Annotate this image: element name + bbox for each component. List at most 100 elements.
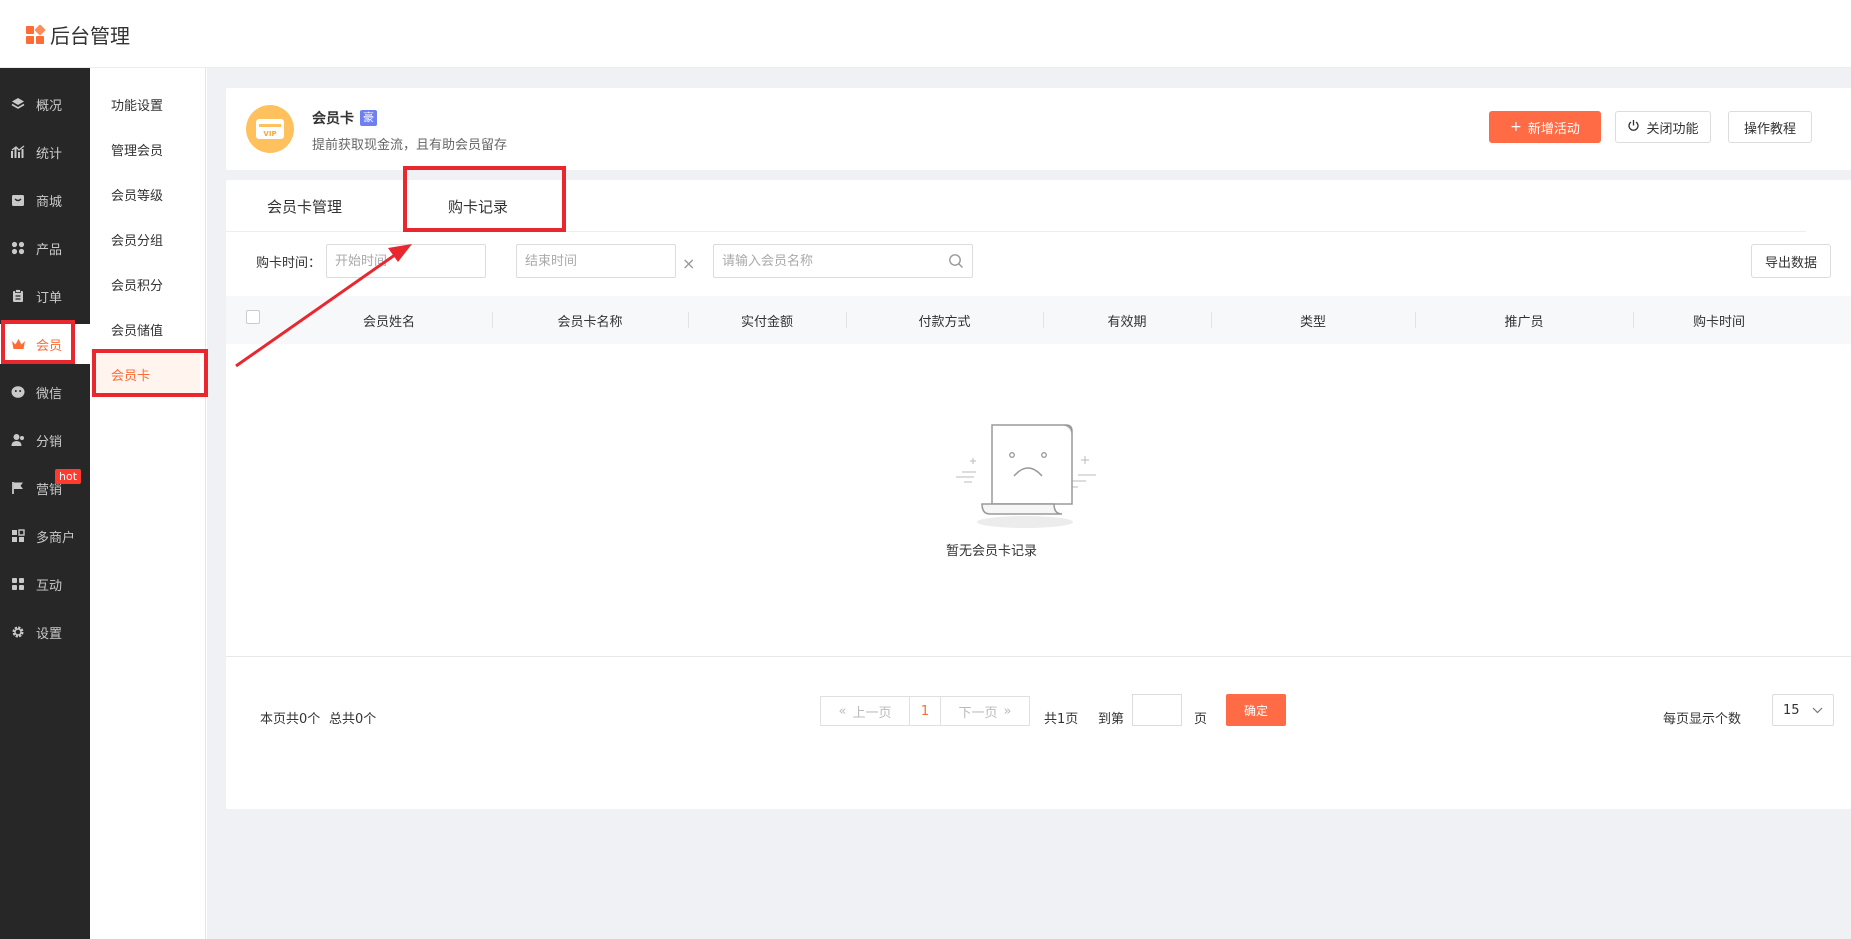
tab-label: 会员卡管理 [267, 197, 343, 216]
subnav-item-manage-members[interactable]: 管理会员 [90, 129, 206, 169]
sidebar-item-label: 设置 [36, 626, 63, 642]
tab-bar: 会员卡管理 购卡记录 [226, 180, 1806, 232]
goto-label: 到第 [1098, 712, 1125, 727]
add-activity-label: 新增活动 [1527, 121, 1580, 137]
sidebar-item-wechat[interactable]: 微信 [0, 372, 90, 412]
double-left-chevron-icon: « [838, 703, 847, 719]
sidebar-item-members[interactable]: 会员 [0, 324, 90, 364]
start-time-field[interactable] [335, 245, 485, 277]
subnav-item-label: 会员等级 [111, 188, 164, 204]
records-panel: 会员卡管理 购卡记录 购卡时间： — × 导出数据 会员姓名 会员卡名称 实付金… [226, 180, 1851, 809]
add-activity-button[interactable]: + 新增活动 [1489, 111, 1601, 143]
power-icon [1627, 119, 1640, 136]
prev-page-label: 上一页 [852, 705, 892, 721]
top-bar: 后台管理 [0, 0, 1851, 68]
subnav-item-label: 管理会员 [111, 143, 164, 159]
total-count-text: 总共0个 [329, 712, 377, 727]
sidebar-item-label: 分销 [36, 434, 63, 450]
sidebar-item-interaction[interactable]: 互动 [0, 564, 90, 604]
tab-card-management[interactable]: 会员卡管理 [267, 180, 342, 232]
column-header: 会员姓名 [362, 314, 415, 330]
sidebar-item-overview[interactable]: 概况 [0, 84, 90, 124]
sidebar-item-shop[interactable]: 商城 [0, 180, 90, 220]
end-time-field[interactable] [525, 245, 675, 277]
sidebar-item-label: 微信 [36, 386, 63, 402]
crown-icon [10, 336, 26, 352]
sidebar-item-label: 商城 [36, 194, 63, 210]
member-search-field[interactable] [722, 245, 972, 277]
store-icon [10, 528, 26, 544]
feature-title: 会员卡 [312, 111, 354, 127]
select-all-checkbox[interactable] [246, 310, 260, 324]
wechat-icon [10, 384, 26, 400]
app-logo[interactable]: 后台管理 [26, 20, 130, 49]
apps-icon [10, 576, 26, 592]
sidebar-item-products[interactable]: 产品 [0, 228, 90, 268]
logo-icon [26, 23, 46, 44]
page-size-select[interactable]: 15 [1772, 694, 1834, 726]
page-number-button[interactable]: 1 [909, 696, 941, 726]
prev-page-button[interactable]: « 上一页 [820, 696, 910, 726]
next-page-button[interactable]: 下一页 » [940, 696, 1030, 726]
column-header: 会员卡名称 [557, 314, 623, 330]
table-footer-divider [226, 656, 1851, 657]
column-header: 实付金额 [740, 314, 793, 330]
content-area: VIP 会员卡 豪 提前获取现金流，且有助会员留存 + 新增活动 关闭功能 操作… [207, 68, 1851, 939]
clear-date-icon[interactable]: × [682, 254, 695, 273]
export-data-button[interactable]: 导出数据 [1751, 244, 1831, 278]
empty-state: 暂无会员卡记录 [946, 420, 1106, 559]
subnav-item-member-levels[interactable]: 会员等级 [90, 174, 206, 214]
flag-icon [10, 480, 26, 496]
goto-confirm-button[interactable]: 确定 [1226, 694, 1286, 726]
tutorial-button[interactable]: 操作教程 [1728, 111, 1812, 143]
feature-subtitle: 提前获取现金流，且有助会员留存 [312, 138, 508, 153]
search-icon[interactable] [948, 253, 964, 269]
subnav-item-label: 会员积分 [111, 278, 164, 294]
next-page-label: 下一页 [958, 705, 998, 721]
subnav-item-member-points[interactable]: 会员积分 [90, 264, 206, 304]
sidebar-item-label: 多商户 [36, 530, 76, 546]
column-header: 类型 [1299, 314, 1326, 330]
double-right-chevron-icon: » [1003, 703, 1012, 719]
vip-card-icon: VIP [246, 105, 294, 153]
subnav-item-label: 会员储值 [111, 323, 164, 339]
column-header: 推广员 [1504, 314, 1544, 330]
tab-purchase-records[interactable]: 购卡记录 [448, 180, 508, 232]
sidebar-item-marketing[interactable]: 营销 hot [0, 468, 90, 508]
column-header: 付款方式 [918, 314, 971, 330]
sidebar-item-stats[interactable]: 统计 [0, 132, 90, 172]
sidebar-item-multi-merchant[interactable]: 多商户 [0, 516, 90, 556]
sidebar-item-label: 概况 [36, 98, 63, 114]
users-icon [10, 432, 26, 448]
close-feature-button[interactable]: 关闭功能 [1615, 111, 1711, 143]
sidebar-item-settings[interactable]: 设置 [0, 612, 90, 652]
sidebar-item-label: 互动 [36, 578, 63, 594]
sidebar-item-label: 产品 [36, 242, 63, 258]
subnav-item-member-card[interactable]: 会员卡 [96, 354, 200, 394]
end-time-input[interactable] [516, 244, 676, 278]
sidebar-item-label: 订单 [36, 290, 63, 306]
sidebar-item-label: 会员 [36, 338, 63, 354]
subnav-item-member-groups[interactable]: 会员分组 [90, 219, 206, 259]
subnav-item-function-settings[interactable]: 功能设置 [90, 84, 206, 124]
close-feature-label: 关闭功能 [1646, 121, 1699, 137]
sidebar-item-distribution[interactable]: 分销 [0, 420, 90, 460]
tutorial-label: 操作教程 [1743, 121, 1796, 137]
sidebar-item-orders[interactable]: 订单 [0, 276, 90, 316]
subnav-item-label: 会员卡 [111, 368, 151, 384]
feature-header: VIP 会员卡 豪 提前获取现金流，且有助会员留存 + 新增活动 关闭功能 操作… [226, 88, 1851, 170]
page-size-value: 15 [1783, 702, 1800, 718]
subnav-item-member-balance[interactable]: 会员储值 [90, 309, 206, 349]
secondary-nav: 功能设置 管理会员 会员等级 会员分组 会员积分 会员储值 会员卡 [90, 68, 206, 939]
page-size-label: 每页显示个数 [1663, 712, 1742, 727]
app-title: 后台管理 [50, 24, 130, 48]
goto-page-input[interactable] [1132, 694, 1182, 726]
layers-icon [10, 96, 26, 112]
export-label: 导出数据 [1764, 255, 1817, 271]
feature-title-row: 会员卡 豪 [312, 108, 377, 128]
start-time-input[interactable] [326, 244, 486, 278]
gear-icon [10, 624, 26, 640]
vip-label: VIP [256, 119, 284, 139]
member-search-input[interactable] [713, 244, 973, 278]
premium-badge: 豪 [360, 110, 377, 126]
